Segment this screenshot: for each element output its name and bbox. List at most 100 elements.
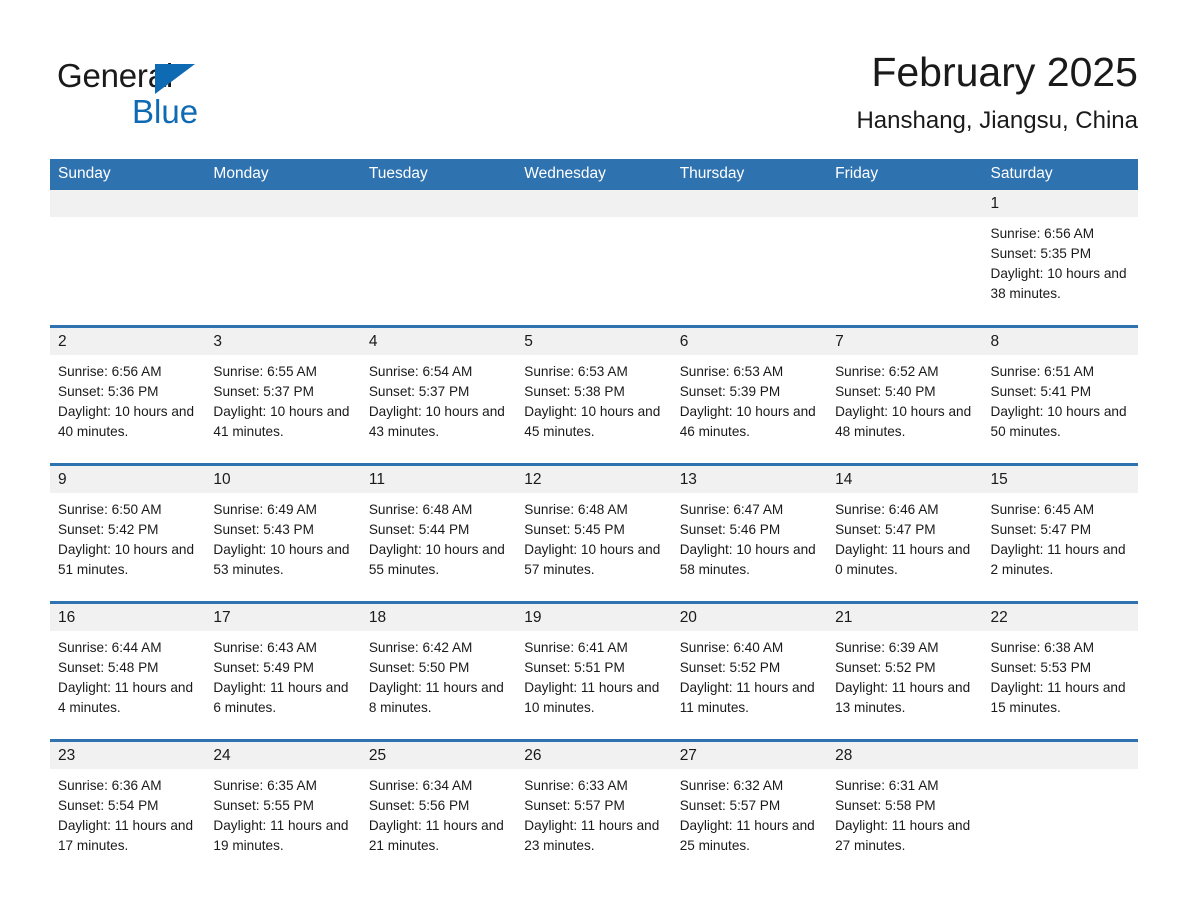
day-number: 18 bbox=[360, 604, 517, 631]
calendar-page: General Blue February 2025 Hanshang, Jia… bbox=[0, 0, 1188, 918]
calendar-day-cell[interactable]: 17 Sunrise: 6:43 AM Sunset: 5:49 PM Dayligh… bbox=[205, 601, 361, 741]
calendar-day-cell[interactable]: 14 Sunrise: 6:46 AM Sunset: 5:47 PM Dayligh… bbox=[827, 463, 983, 603]
day-info: Sunrise: 6:43 AM Sunset: 5:49 PM Daylight:… bbox=[205, 631, 360, 739]
sunset-text: Sunset: 5:47 PM bbox=[835, 522, 936, 537]
day-info bbox=[827, 217, 982, 325]
calendar-day-cell[interactable]: 23 Sunrise: 6:36 AM Sunset: 5:54 PM Dayligh… bbox=[50, 739, 206, 877]
calendar-day-cell[interactable]: 28 Sunrise: 6:31 AM Sunset: 5:58 PM Dayligh… bbox=[827, 739, 983, 877]
calendar-day-cell[interactable]: 10 Sunrise: 6:49 AM Sunset: 5:43 PM Dayligh… bbox=[205, 463, 361, 603]
calendar-day-cell[interactable]: 12 Sunrise: 6:48 AM Sunset: 5:45 PM Dayligh… bbox=[516, 463, 672, 603]
day-info bbox=[983, 769, 1138, 877]
day-number: 17 bbox=[205, 604, 361, 631]
daylight-text: Daylight: 11 hours and 0 minutes. bbox=[835, 542, 971, 577]
day-number: 16 bbox=[50, 604, 206, 631]
day-info bbox=[205, 217, 360, 325]
sunset-text: Sunset: 5:53 PM bbox=[990, 660, 1092, 675]
calendar-day-cell[interactable]: 11 Sunrise: 6:48 AM Sunset: 5:44 PM Dayligh… bbox=[360, 463, 517, 603]
day-number: 6 bbox=[671, 328, 828, 355]
sunset-text: Sunset: 5:38 PM bbox=[524, 384, 625, 399]
page-header: General Blue February 2025 Hanshang, Jia… bbox=[50, 46, 1138, 150]
calendar-day-cell[interactable]: 13 Sunrise: 6:47 AM Sunset: 5:46 PM Dayligh… bbox=[671, 463, 828, 603]
daylight-text: Daylight: 10 hours and 51 minutes. bbox=[58, 542, 195, 577]
sunrise-text: Sunrise: 6:35 AM bbox=[213, 778, 317, 793]
sunset-text: Sunset: 5:47 PM bbox=[990, 522, 1092, 537]
sunrise-text: Sunrise: 6:40 AM bbox=[679, 640, 784, 655]
weekday-header-tuesday: Tuesday bbox=[360, 159, 517, 190]
day-number: 15 bbox=[982, 466, 1138, 493]
calendar-day-cell[interactable]: 22 Sunrise: 6:38 AM Sunset: 5:53 PM Dayligh… bbox=[982, 601, 1138, 741]
sunset-text: Sunset: 5:56 PM bbox=[368, 798, 470, 813]
sunrise-text: Sunrise: 6:39 AM bbox=[835, 640, 939, 655]
calendar-day-cell[interactable]: 8 Sunrise: 6:51 AM Sunset: 5:41 PM Daylight… bbox=[982, 325, 1138, 465]
calendar-day-cell[interactable]: 25 Sunrise: 6:34 AM Sunset: 5:56 PM Dayligh… bbox=[360, 739, 517, 877]
day-info: Sunrise: 6:48 AM Sunset: 5:44 PM Daylight:… bbox=[361, 493, 516, 601]
day-info: Sunrise: 6:51 AM Sunset: 5:41 PM Daylight:… bbox=[983, 355, 1138, 463]
sunrise-text: Sunrise: 6:32 AM bbox=[679, 778, 784, 793]
sunrise-text: Sunrise: 6:44 AM bbox=[58, 640, 162, 655]
calendar-day-cell[interactable]: 4 Sunrise: 6:54 AM Sunset: 5:37 PM Daylight… bbox=[360, 325, 517, 465]
daylight-text: Daylight: 11 hours and 15 minutes. bbox=[990, 680, 1126, 715]
calendar-day-cell[interactable]: 20 Sunrise: 6:40 AM Sunset: 5:52 PM Dayligh… bbox=[671, 601, 828, 741]
day-number: 24 bbox=[205, 742, 361, 769]
daylight-text: Daylight: 11 hours and 25 minutes. bbox=[679, 818, 815, 853]
calendar-day-cell[interactable]: 27 Sunrise: 6:32 AM Sunset: 5:57 PM Dayligh… bbox=[671, 739, 828, 877]
day-info: Sunrise: 6:41 AM Sunset: 5:51 PM Daylight:… bbox=[516, 631, 671, 739]
calendar-day-cell[interactable]: 9 Sunrise: 6:50 AM Sunset: 5:42 PM Daylight… bbox=[50, 463, 206, 603]
daylight-text: Daylight: 10 hours and 45 minutes. bbox=[524, 404, 661, 439]
calendar-day-cell[interactable]: 5 Sunrise: 6:53 AM Sunset: 5:38 PM Daylight… bbox=[516, 325, 672, 465]
calendar-day-cell[interactable]: 15 Sunrise: 6:45 AM Sunset: 5:47 PM Dayligh… bbox=[982, 463, 1138, 603]
calendar-day-cell-empty bbox=[827, 190, 983, 327]
daylight-text: Daylight: 10 hours and 55 minutes. bbox=[368, 542, 505, 577]
day-info: Sunrise: 6:31 AM Sunset: 5:58 PM Daylight:… bbox=[827, 769, 982, 877]
day-info: Sunrise: 6:45 AM Sunset: 5:47 PM Daylight:… bbox=[983, 493, 1138, 601]
generalblue-logo[interactable]: General Blue bbox=[57, 56, 317, 136]
day-number bbox=[205, 190, 361, 217]
day-info: Sunrise: 6:48 AM Sunset: 5:45 PM Daylight:… bbox=[516, 493, 671, 601]
sunrise-text: Sunrise: 6:41 AM bbox=[524, 640, 628, 655]
calendar-day-cell[interactable]: 3 Sunrise: 6:55 AM Sunset: 5:37 PM Daylight… bbox=[205, 325, 361, 465]
calendar-day-cell[interactable]: 6 Sunrise: 6:53 AM Sunset: 5:39 PM Daylight… bbox=[671, 325, 828, 465]
sunset-text: Sunset: 5:40 PM bbox=[835, 384, 936, 399]
sunset-text: Sunset: 5:52 PM bbox=[679, 660, 781, 675]
daylight-text: Daylight: 10 hours and 50 minutes. bbox=[990, 404, 1127, 439]
sunrise-text: Sunrise: 6:53 AM bbox=[679, 364, 784, 379]
day-info: Sunrise: 6:49 AM Sunset: 5:43 PM Daylight:… bbox=[205, 493, 360, 601]
calendar-day-cell[interactable]: 2 Sunrise: 6:56 AM Sunset: 5:36 PM Daylight… bbox=[50, 325, 206, 465]
sunrise-text: Sunrise: 6:49 AM bbox=[213, 502, 317, 517]
sunrise-text: Sunrise: 6:50 AM bbox=[58, 502, 162, 517]
day-info: Sunrise: 6:36 AM Sunset: 5:54 PM Daylight:… bbox=[50, 769, 205, 877]
calendar-day-cell[interactable]: 24 Sunrise: 6:35 AM Sunset: 5:55 PM Dayligh… bbox=[205, 739, 361, 877]
calendar-day-cell[interactable]: 18 Sunrise: 6:42 AM Sunset: 5:50 PM Dayligh… bbox=[360, 601, 517, 741]
page-subtitle: Hanshang, Jiangsu, China bbox=[856, 107, 1138, 134]
calendar-day-cell[interactable]: 19 Sunrise: 6:41 AM Sunset: 5:51 PM Dayligh… bbox=[516, 601, 672, 741]
daylight-text: Daylight: 11 hours and 13 minutes. bbox=[835, 680, 971, 715]
daylight-text: Daylight: 10 hours and 53 minutes. bbox=[213, 542, 350, 577]
day-number: 9 bbox=[50, 466, 206, 493]
daylight-text: Daylight: 10 hours and 41 minutes. bbox=[213, 404, 350, 439]
day-number: 12 bbox=[516, 466, 672, 493]
day-info: Sunrise: 6:44 AM Sunset: 5:48 PM Daylight:… bbox=[50, 631, 205, 739]
day-number bbox=[982, 742, 1138, 769]
sunset-text: Sunset: 5:37 PM bbox=[368, 384, 470, 399]
calendar-week-row: 23 Sunrise: 6:36 AM Sunset: 5:54 PM Dayligh… bbox=[50, 739, 1138, 877]
weekday-header-thursday: Thursday bbox=[671, 159, 828, 190]
calendar-day-cell[interactable]: 26 Sunrise: 6:33 AM Sunset: 5:57 PM Dayligh… bbox=[516, 739, 672, 877]
day-info: Sunrise: 6:39 AM Sunset: 5:52 PM Daylight:… bbox=[827, 631, 982, 739]
page-title: February 2025 bbox=[871, 49, 1138, 95]
calendar-day-cell[interactable]: 1 Sunrise: 6:56 AM Sunset: 5:35 PM Daylight… bbox=[982, 190, 1138, 327]
calendar-day-cell[interactable]: 16 Sunrise: 6:44 AM Sunset: 5:48 PM Dayligh… bbox=[50, 601, 206, 741]
day-info bbox=[516, 217, 671, 325]
calendar-day-cell[interactable]: 21 Sunrise: 6:39 AM Sunset: 5:52 PM Dayligh… bbox=[827, 601, 983, 741]
day-info: Sunrise: 6:56 AM Sunset: 5:36 PM Daylight:… bbox=[50, 355, 205, 463]
weekday-header-wednesday: Wednesday bbox=[516, 159, 672, 190]
sunrise-text: Sunrise: 6:54 AM bbox=[368, 364, 473, 379]
sunrise-text: Sunrise: 6:31 AM bbox=[835, 778, 939, 793]
day-info: Sunrise: 6:50 AM Sunset: 5:42 PM Daylight:… bbox=[50, 493, 205, 601]
sunrise-text: Sunrise: 6:55 AM bbox=[213, 364, 317, 379]
day-number: 22 bbox=[982, 604, 1138, 631]
sunset-text: Sunset: 5:49 PM bbox=[213, 660, 314, 675]
day-number: 20 bbox=[671, 604, 828, 631]
calendar-day-cell[interactable]: 7 Sunrise: 6:52 AM Sunset: 5:40 PM Daylight… bbox=[827, 325, 983, 465]
day-info: Sunrise: 6:42 AM Sunset: 5:50 PM Daylight:… bbox=[361, 631, 516, 739]
daylight-text: Daylight: 10 hours and 38 minutes. bbox=[990, 266, 1127, 301]
